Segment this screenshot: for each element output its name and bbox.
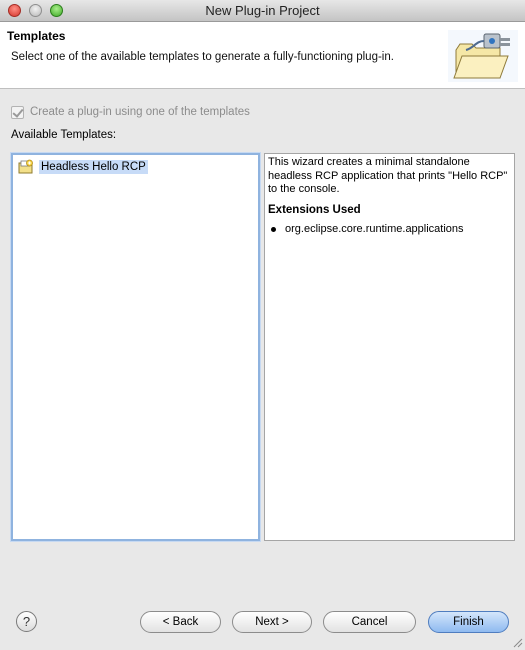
template-icon — [18, 159, 33, 173]
next-button[interactable]: Next > — [232, 611, 312, 633]
extension-list-item: org.eclipse.core.runtime.applications — [268, 223, 511, 237]
available-templates-label: Available Templates: — [11, 129, 117, 141]
window-titlebar: New Plug-in Project — [0, 0, 525, 22]
use-template-checkbox-row: Create a plug-in using one of the templa… — [11, 104, 250, 120]
template-description-panel: This wizard creates a minimal standalone… — [264, 153, 515, 541]
back-button[interactable]: < Back — [140, 611, 221, 633]
extension-label: org.eclipse.core.runtime.applications — [285, 223, 464, 235]
page-title: Templates — [7, 29, 66, 43]
bullet-icon — [271, 227, 276, 233]
extensions-heading: Extensions Used — [268, 203, 361, 216]
page-description: Select one of the available templates to… — [11, 51, 394, 63]
wizard-banner: Templates Select one of the available te… — [0, 22, 525, 89]
use-template-label: Create a plug-in using one of the templa… — [30, 106, 250, 118]
use-template-checkbox[interactable] — [11, 105, 24, 119]
window-title: New Plug-in Project — [205, 3, 320, 18]
templates-list[interactable]: Headless Hello RCP — [11, 153, 260, 541]
template-item-label: Headless Hello RCP — [39, 159, 148, 174]
resize-grip-icon[interactable] — [511, 636, 523, 648]
finish-button[interactable]: Finish — [428, 611, 509, 633]
plugin-folder-wizard-icon — [448, 30, 518, 82]
help-button[interactable]: ? — [16, 611, 37, 632]
template-description-text: This wizard creates a minimal standalone… — [268, 156, 508, 195]
list-item[interactable]: Headless Hello RCP — [18, 158, 148, 175]
cancel-button[interactable]: Cancel — [323, 611, 416, 633]
